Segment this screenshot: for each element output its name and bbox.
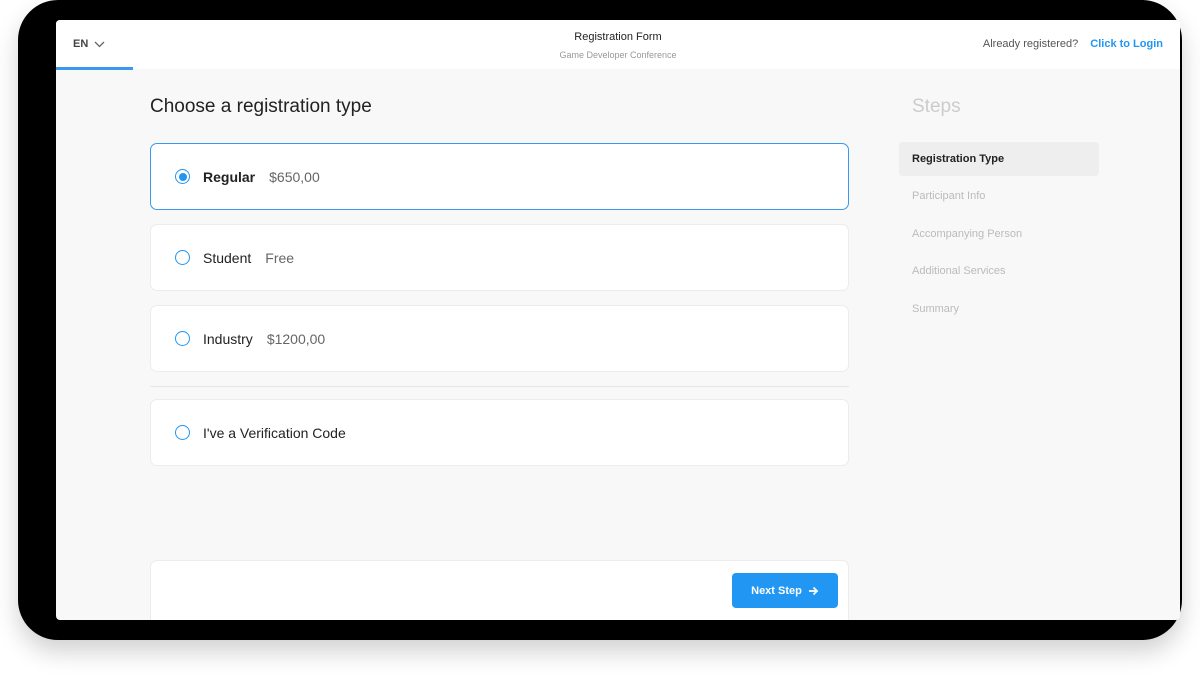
footer-bar: Next Step [150, 560, 849, 620]
login-link[interactable]: Click to Login [1090, 38, 1163, 50]
radio-unchecked-icon[interactable] [175, 250, 190, 265]
arrow-right-icon [808, 586, 819, 595]
option-verification-code[interactable]: I've a Verification Code [150, 399, 849, 466]
next-step-label: Next Step [751, 584, 802, 597]
step-accompanying-person[interactable]: Accompanying Person [899, 217, 1099, 251]
page-title: Choose a registration type [150, 96, 372, 117]
radio-checked-icon[interactable] [175, 169, 190, 184]
steps-title: Steps [912, 96, 961, 117]
step-summary[interactable]: Summary [899, 292, 1099, 326]
option-price: $650,00 [269, 168, 320, 185]
already-registered-text: Already registered? [982, 38, 1079, 50]
option-label: Student [203, 249, 252, 266]
device-frame: EN Registration Form Game Developer Conf… [18, 0, 1182, 640]
step-additional-services[interactable]: Additional Services [899, 254, 1099, 288]
option-regular[interactable]: Regular $650,00 [150, 143, 849, 210]
option-student[interactable]: Student Free [150, 224, 849, 291]
login-prompt: Already registered? Click to Login [983, 38, 1163, 50]
form-subtitle: Game Developer Conference [559, 50, 677, 60]
option-label: Regular [203, 168, 256, 185]
option-label: I've a Verification Code [203, 424, 346, 441]
option-label: Industry [203, 330, 253, 347]
next-step-button[interactable]: Next Step [732, 573, 838, 608]
step-registration-type[interactable]: Registration Type [899, 142, 1099, 176]
active-tab-indicator [56, 67, 133, 70]
header: EN Registration Form Game Developer Conf… [56, 20, 1180, 70]
divider [150, 386, 849, 387]
option-price: Free [265, 249, 295, 266]
radio-unchecked-icon[interactable] [175, 425, 190, 440]
option-price: $1200,00 [266, 330, 326, 347]
step-participant-info[interactable]: Participant Info [899, 179, 1099, 213]
option-industry[interactable]: Industry $1200,00 [150, 305, 849, 372]
radio-unchecked-icon[interactable] [175, 331, 190, 346]
screen: EN Registration Form Game Developer Conf… [56, 20, 1180, 620]
